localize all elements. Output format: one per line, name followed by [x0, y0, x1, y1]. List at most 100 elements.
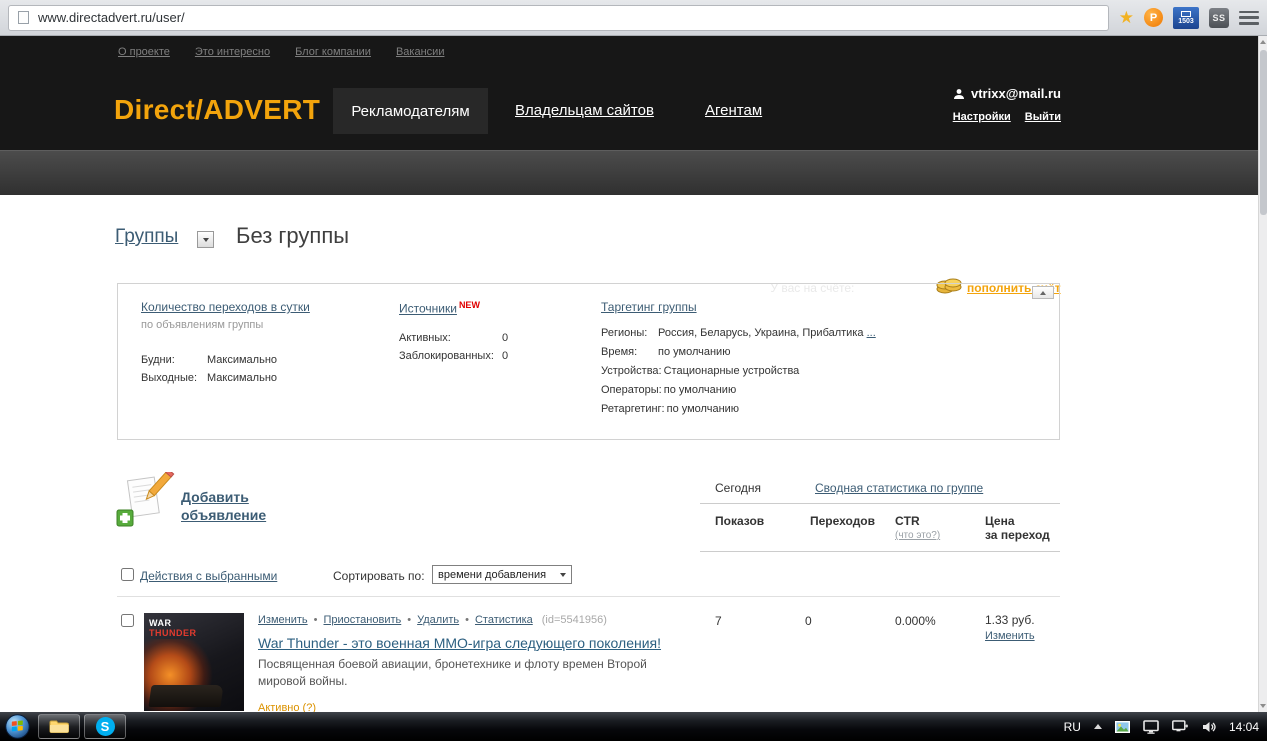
row-label: Активных: [399, 331, 451, 344]
divider [700, 551, 1060, 552]
transitions-subtitle: по объявлениям группы [141, 319, 264, 331]
ad-row-checkbox[interactable] [121, 614, 134, 627]
scrollbar-thumb[interactable] [1260, 50, 1267, 215]
tray-network-icon[interactable] [1172, 719, 1189, 734]
bullet: • [407, 614, 412, 626]
add-ad-icon[interactable] [112, 472, 176, 528]
targeting-title-link[interactable]: Таргетинг группы [601, 300, 697, 314]
divider [117, 596, 1060, 597]
tray-photo-icon[interactable] [1114, 720, 1130, 733]
scrollbar[interactable] [1258, 36, 1267, 712]
col-header-ctr: CTR [895, 514, 920, 528]
clock[interactable]: 14:04 [1229, 720, 1259, 734]
sources-title-link[interactable]: Источники [399, 302, 457, 316]
summary-stats-link[interactable]: Сводная статистика по группе [815, 481, 983, 495]
start-button[interactable] [5, 714, 30, 739]
webpage: О проекте Это интересно Блог компании Ва… [0, 36, 1258, 712]
extension-p-icon[interactable]: P [1144, 8, 1163, 27]
top-links: О проекте Это интересно Блог компании Ва… [118, 46, 444, 58]
bullet: • [465, 614, 469, 626]
select-all-checkbox[interactable] [121, 568, 134, 581]
bookmark-star-icon[interactable]: ★ [1119, 9, 1134, 26]
ad-title-link[interactable]: War Thunder - это военная ММО-игра следу… [258, 635, 661, 651]
row-retargeting: Ретаргетинг: по умолчанию [601, 400, 876, 419]
user-email[interactable]: vtrixx@mail.ru [953, 86, 1061, 101]
browser-menu-icon[interactable] [1239, 10, 1259, 26]
transitions-title-link[interactable]: Количество переходов в сутки [141, 300, 310, 314]
row-weekdays: Будни: Максимально [141, 351, 310, 369]
panel-collapse-button[interactable] [1032, 286, 1054, 299]
ad-price-value: 1.33 руб. [985, 613, 1035, 627]
row-value: по умолчанию [658, 346, 731, 358]
panel-col-transitions: Количество переходов в сутки по объявлен… [141, 300, 310, 387]
folder-icon [49, 720, 69, 733]
row-value: по умолчанию [666, 403, 740, 415]
row-weekends: Выходные: Максимально [141, 369, 310, 387]
site-logo[interactable]: Direct/ADVERT [114, 94, 320, 126]
logout-link[interactable]: Выйти [1025, 111, 1061, 123]
bullet: • [313, 614, 318, 626]
scroll-up-icon[interactable] [1260, 40, 1266, 44]
nav-advertisers[interactable]: Рекламодателям [333, 88, 488, 134]
scroll-down-icon[interactable] [1260, 704, 1266, 708]
nav-site-owners[interactable]: Владельцам сайтов [515, 102, 654, 119]
skype-taskbar-button[interactable]: S [84, 714, 126, 739]
extension-ss-icon[interactable]: SS [1209, 7, 1229, 28]
sort-label: Сортировать по: [333, 569, 425, 583]
ad-status-link[interactable]: Активно (?) [258, 702, 316, 712]
regions-more-link[interactable]: ... [867, 327, 876, 339]
ad-id: (id=5541956) [541, 614, 607, 626]
panel-col-sources: Источники NEW Активных: 0 Заблокированных:… [399, 300, 508, 365]
col-header-shows: Показов [715, 514, 765, 528]
ctr-help-link[interactable]: (что это?) [895, 530, 940, 541]
add-ad-line1: Добавить [181, 489, 249, 505]
row-value: Россия, Беларусь, Украина, Прибалтика [658, 327, 864, 339]
ad-delete-link[interactable]: Удалить [417, 614, 459, 626]
nav-agents[interactable]: Агентам [705, 102, 762, 119]
bulk-actions-link[interactable]: Действия с выбранными [140, 569, 277, 583]
row-label: Заблокированных: [399, 349, 494, 362]
page-title: Без группы [236, 223, 350, 248]
add-ad-link[interactable]: Добавить объявление [181, 488, 266, 524]
page-icon [18, 11, 29, 24]
user-links: Настройки Выйти [953, 111, 1061, 123]
taskbar: S RU 14:04 [0, 712, 1267, 741]
ad-edit-link[interactable]: Изменить [258, 614, 308, 626]
ad-stats-link[interactable]: Статистика [475, 614, 533, 626]
browser-toolbar: www.directadvert.ru/user/ ★ P 1503 SS [0, 0, 1267, 36]
sort-select[interactable]: времени добавления [432, 565, 572, 584]
chevron-down-icon [202, 237, 209, 242]
toplink-jobs[interactable]: Вакансии [396, 46, 445, 58]
toplink-about[interactable]: О проекте [118, 46, 170, 58]
explorer-taskbar-button[interactable] [38, 714, 80, 739]
row-value: Максимально [207, 372, 278, 384]
row-value: 0 [502, 349, 509, 362]
groups-link[interactable]: Группы [115, 226, 178, 248]
address-bar[interactable]: www.directadvert.ru/user/ [8, 4, 1109, 31]
url-text[interactable]: www.directadvert.ru/user/ [38, 10, 185, 25]
extension-counter-icon[interactable]: 1503 [1173, 6, 1199, 29]
row-value: по умолчанию [663, 384, 737, 396]
tray-display-icon[interactable] [1143, 719, 1159, 734]
ad-clicks-value: 0 [805, 614, 812, 628]
divider [700, 503, 1060, 504]
row-value: Максимально [207, 354, 278, 366]
row-value: Стационарные устройства [663, 365, 800, 377]
settings-link[interactable]: Настройки [953, 111, 1011, 123]
person-icon [954, 88, 964, 99]
row-label: Будни: [141, 354, 175, 366]
col-header-price: Цена за переход [985, 514, 1050, 542]
tray-expand-icon[interactable] [1093, 724, 1102, 729]
ad-price-edit-link[interactable]: Изменить [985, 630, 1035, 642]
groups-dropdown-button[interactable] [197, 231, 214, 248]
chevron-up-icon [1040, 290, 1046, 295]
language-indicator[interactable]: RU [1064, 720, 1081, 734]
ad-pause-link[interactable]: Приостановить [323, 614, 401, 626]
thumb-line1: WAR [149, 618, 172, 628]
toplink-interesting[interactable]: Это интересно [195, 46, 270, 58]
toplink-blog[interactable]: Блог компании [295, 46, 371, 58]
volume-icon[interactable] [1202, 721, 1216, 733]
row-blocked-sources: Заблокированных: 0 [399, 347, 508, 365]
ad-thumbnail[interactable]: WAR THUNDER [144, 613, 244, 711]
group-settings-panel: Количество переходов в сутки по объявлен… [117, 283, 1060, 440]
